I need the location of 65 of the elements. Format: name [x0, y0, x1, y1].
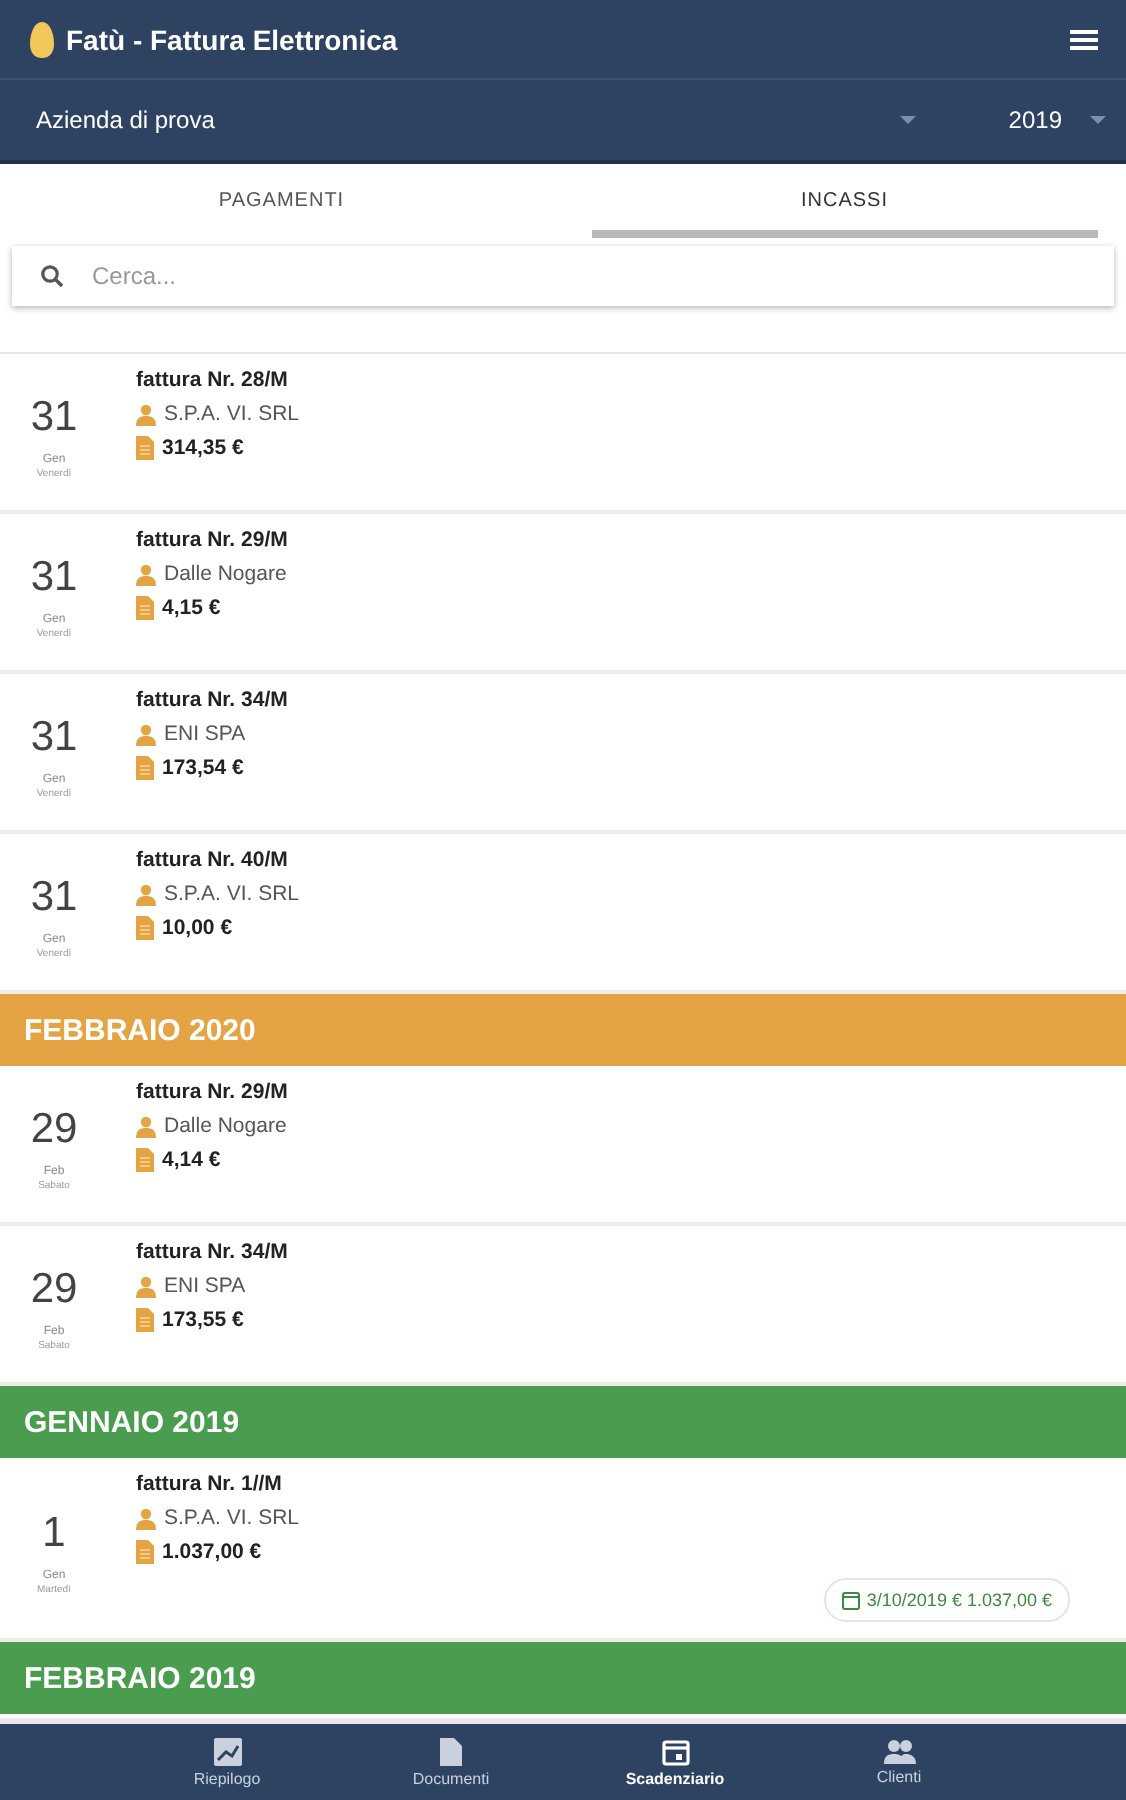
person-icon — [136, 883, 156, 905]
invoice-title: fattura Nr. 29/M — [136, 528, 290, 552]
document-icon — [136, 916, 154, 940]
amount: 4,15 € — [162, 596, 221, 620]
month-header: GENNAIO 2019 — [0, 1386, 1126, 1458]
person-icon — [136, 723, 156, 745]
client-name: ENI SPA — [164, 722, 246, 746]
chart-icon — [213, 1737, 241, 1765]
amount: 1.037,00 € — [162, 1540, 262, 1564]
client-name: S.P.A. VI. SRL — [164, 402, 300, 426]
person-icon — [136, 1275, 156, 1297]
calendar-icon — [842, 1590, 861, 1610]
nav-item[interactable]: Scadenziario — [563, 1724, 787, 1800]
nav-item[interactable]: Clienti — [787, 1724, 1011, 1800]
invoice-title: fattura Nr. 1//M — [136, 1472, 284, 1496]
document-icon — [136, 1308, 154, 1332]
client-name: S.P.A. VI. SRL — [164, 882, 300, 906]
document-icon — [136, 1540, 154, 1564]
day-number: 31 — [30, 713, 78, 761]
logo-icon — [28, 21, 56, 57]
amount: 4,14 € — [162, 1148, 221, 1172]
document-icon — [440, 1737, 462, 1765]
company-dropdown[interactable]: Azienda di prova — [36, 106, 917, 134]
document-icon — [136, 436, 154, 460]
app-title: Fatù - Fattura Elettronica — [66, 23, 400, 55]
invoice-title: fattura Nr. 28/M — [136, 368, 290, 392]
invoice-title: fattura Nr. 34/M — [136, 1240, 290, 1264]
people-icon — [883, 1738, 915, 1764]
invoice-title: fattura Nr. 29/M — [136, 1080, 290, 1104]
day-number: 29 — [30, 1105, 78, 1153]
day-number: 1 — [42, 1509, 66, 1557]
day-number: 31 — [30, 553, 78, 601]
caret-icon — [1090, 116, 1106, 124]
tab[interactable]: INCASSI — [591, 164, 1098, 238]
person-icon — [136, 563, 156, 585]
day-number: 31 — [30, 873, 78, 921]
search-field[interactable]: Cerca... — [12, 246, 1114, 306]
year-dropdown[interactable]: 2019 — [1008, 106, 1106, 134]
amount: 173,54 € — [162, 756, 244, 780]
calendar-icon — [661, 1737, 689, 1765]
tab[interactable]: PAGAMENTI — [28, 164, 535, 238]
day-number: 29 — [30, 1265, 78, 1313]
nav-item[interactable]: Documenti — [339, 1724, 563, 1800]
invoice-title: fattura Nr. 34/M — [136, 688, 290, 712]
invoice-title: fattura Nr. 40/M — [136, 848, 290, 872]
month-header: FEBBRAIO 2019 — [0, 1642, 1126, 1714]
nav-item[interactable]: Riepilogo — [115, 1724, 339, 1800]
document-icon — [136, 596, 154, 620]
day-number: 31 — [30, 393, 78, 441]
client-name: Dalle Nogare — [164, 562, 287, 586]
payment-chip: 3/10/2019 € 1.037,00 € — [824, 1578, 1070, 1622]
amount: 314,35 € — [162, 436, 244, 460]
person-icon — [136, 403, 156, 425]
person-icon — [136, 1115, 156, 1137]
client-name: ENI SPA — [164, 1274, 246, 1298]
amount: 173,55 € — [162, 1308, 244, 1332]
caret-icon — [900, 116, 917, 124]
document-icon — [136, 756, 154, 780]
client-name: S.P.A. VI. SRL — [164, 1506, 300, 1530]
client-name: Dalle Nogare — [164, 1114, 287, 1138]
amount: 10,00 € — [162, 916, 233, 940]
month-header: FEBBRAIO 2020 — [0, 994, 1126, 1066]
person-icon — [136, 1507, 156, 1529]
document-icon — [136, 1148, 154, 1172]
menu-icon[interactable] — [1070, 27, 1098, 51]
